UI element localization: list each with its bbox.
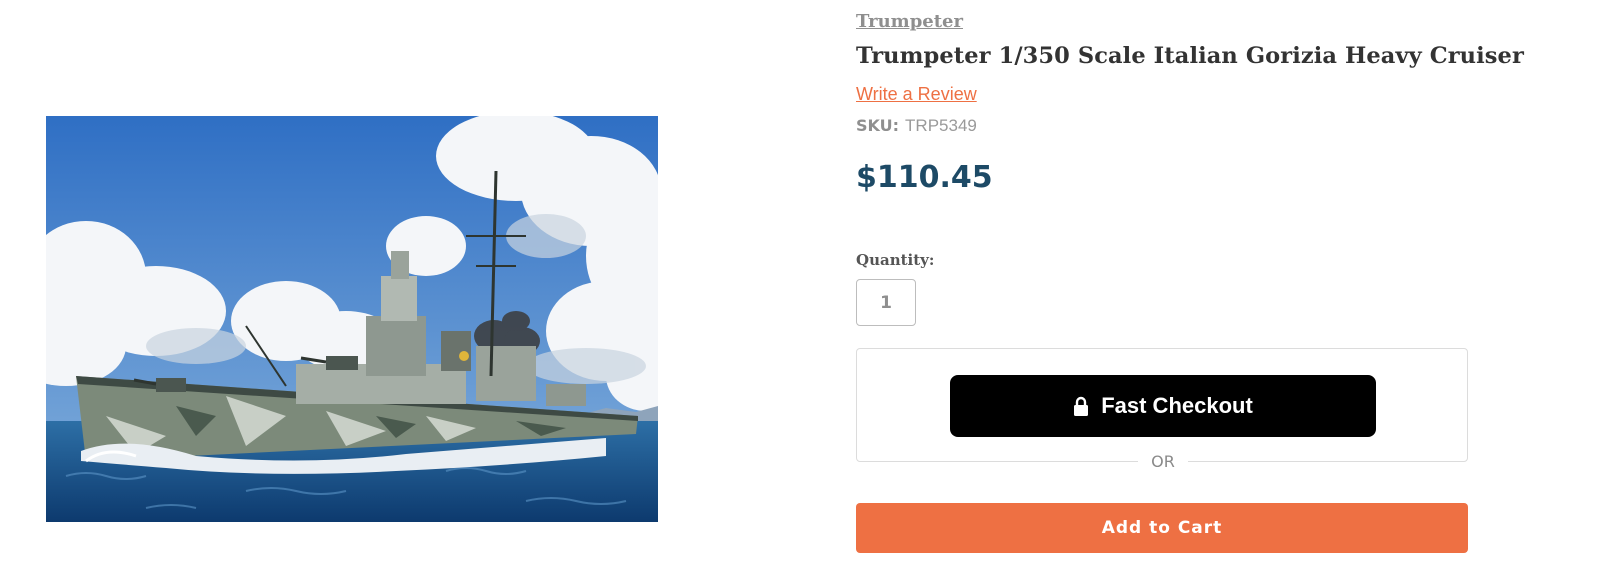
quantity-label: Quantity: <box>856 251 935 269</box>
product-image[interactable] <box>46 116 658 522</box>
quantity-input[interactable] <box>856 279 916 326</box>
sku-row: SKU: TRP5349 <box>856 116 977 136</box>
sku-label: SKU: <box>856 116 900 135</box>
product-title: Trumpeter 1/350 Scale Italian Gorizia He… <box>856 43 1524 69</box>
sku-value: TRP5349 <box>905 116 977 135</box>
write-review-link[interactable]: Write a Review <box>856 84 977 105</box>
fast-checkout-box: Fast Checkout OR <box>856 348 1468 474</box>
or-separator: OR <box>1138 450 1188 474</box>
lock-icon <box>1073 396 1089 416</box>
product-photo <box>46 116 658 522</box>
fast-checkout-label: Fast Checkout <box>1101 393 1253 418</box>
product-details: Trumpeter Trumpeter 1/350 Scale Italian … <box>856 0 1596 587</box>
brand-link[interactable]: Trumpeter <box>856 11 963 32</box>
fast-checkout-button[interactable]: Fast Checkout <box>950 375 1376 437</box>
add-to-cart-button[interactable]: Add to Cart <box>856 503 1468 553</box>
product-price: $110.45 <box>856 160 993 195</box>
